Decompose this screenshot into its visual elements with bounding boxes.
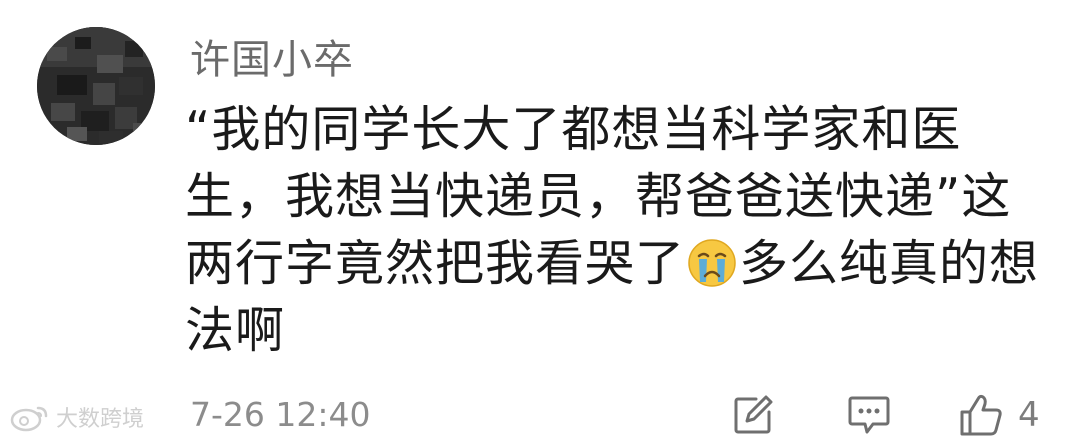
comment-item: 许国小卒 “我的同学长大了都想当科学家和医生，我想当快递员，帮爸爸送快递”这两行… — [0, 0, 1080, 439]
reply-button[interactable] — [847, 392, 891, 438]
watermark: 大数跨境 — [8, 400, 144, 434]
avatar[interactable] — [37, 27, 155, 145]
like-button[interactable]: 4 — [958, 392, 1040, 438]
like-count: 4 — [1018, 395, 1040, 435]
thumbs-up-icon — [960, 394, 1002, 436]
edit-icon — [734, 395, 773, 434]
username[interactable]: 许国小卒 — [190, 34, 354, 86]
comment-icon — [848, 396, 890, 434]
avatar-image — [37, 27, 155, 145]
watermark-text: 大数跨境 — [56, 407, 145, 432]
edit-button[interactable] — [732, 392, 774, 438]
weibo-logo-icon — [10, 406, 48, 432]
comment-body: “我的同学长大了都想当科学家和医生，我想当快递员，帮爸爸送快递”这两行字竟然把我… — [185, 96, 1055, 364]
comment-timestamp: 7-26 12:40 — [190, 395, 371, 434]
crying-face-icon — [687, 238, 737, 288]
